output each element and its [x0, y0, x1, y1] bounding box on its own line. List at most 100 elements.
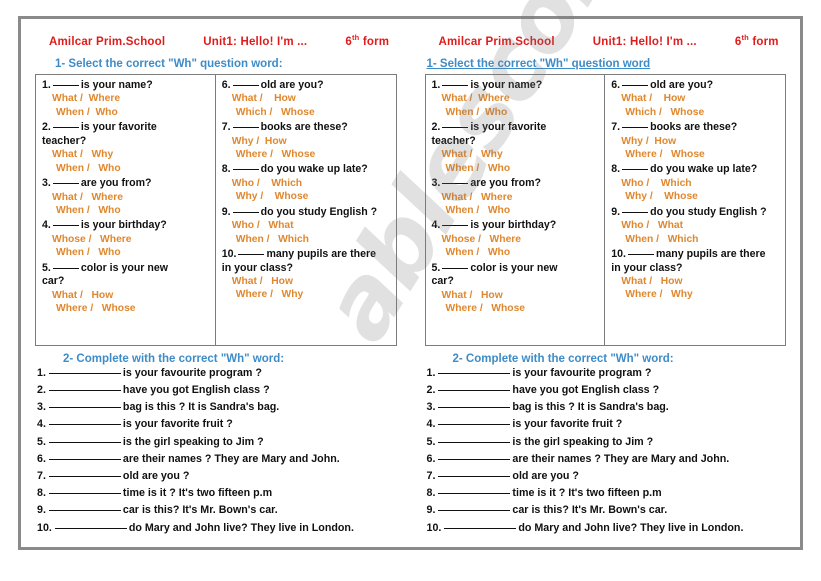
answer-blank[interactable]	[438, 372, 511, 374]
answer-blank[interactable]	[438, 510, 511, 512]
answer-blank[interactable]	[442, 225, 469, 227]
option-row-2[interactable]: Where / Why	[222, 288, 391, 301]
answer-blank[interactable]	[48, 372, 121, 374]
option-row-1[interactable]: What / Why	[432, 148, 600, 161]
answer-blank[interactable]	[48, 493, 121, 495]
option-row-1[interactable]: What / Where	[432, 191, 600, 204]
item-number: 3.	[426, 401, 436, 414]
answer-blank[interactable]	[48, 458, 121, 460]
option-row-2[interactable]: Where / Whose	[611, 148, 780, 161]
option-row-2[interactable]: Where / Why	[611, 288, 780, 301]
answer-blank[interactable]	[438, 407, 511, 409]
answer-blank[interactable]	[438, 424, 511, 426]
option-row-1[interactable]: Whose / Where	[42, 233, 210, 246]
item-number: 5.	[37, 435, 46, 448]
answer-blank[interactable]	[48, 390, 121, 392]
answer-blank[interactable]	[48, 407, 121, 409]
option-row-2[interactable]: When / Which	[222, 233, 391, 246]
answer-blank[interactable]	[622, 211, 649, 213]
option-row-2[interactable]: When / Who	[432, 204, 600, 217]
option-row-1[interactable]: Who / Which	[611, 177, 780, 190]
option-row-2[interactable]: Where / Whose	[42, 302, 210, 315]
answer-blank[interactable]	[438, 441, 511, 443]
option-row-1[interactable]: What / Where	[42, 92, 210, 105]
option-row-2[interactable]: Why / Whose	[222, 190, 391, 203]
option-row-1[interactable]: Whose / Where	[432, 233, 600, 246]
option-row-2[interactable]: When / Who	[42, 106, 210, 119]
exercise-1-box-right: 1. is your name? What / Where When / Who …	[424, 73, 786, 346]
answer-blank[interactable]	[442, 182, 469, 184]
question-item: 4. is your birthday? Whose / Where When /…	[432, 219, 600, 259]
fill-blank-row: 2. have you got English class ?	[37, 385, 397, 396]
answer-blank[interactable]	[438, 390, 511, 392]
answer-blank[interactable]	[48, 424, 121, 426]
fill-blank-row: 4. is your favorite fruit ?	[37, 419, 397, 430]
answer-blank[interactable]	[232, 169, 259, 171]
answer-blank[interactable]	[622, 84, 649, 86]
answer-blank[interactable]	[52, 182, 79, 184]
answer-blank[interactable]	[442, 267, 469, 269]
answer-blank[interactable]	[238, 254, 265, 256]
answer-blank[interactable]	[627, 254, 654, 256]
worksheet-header-left: Amilcar Prim.School Unit1: Hello! I'm ..…	[29, 27, 403, 48]
answer-blank[interactable]	[48, 476, 121, 478]
option-row-1[interactable]: Who / What	[222, 219, 391, 232]
answer-blank[interactable]	[442, 127, 469, 129]
answer-blank[interactable]	[48, 441, 121, 443]
option-row-2[interactable]: When / Who	[432, 106, 600, 119]
question-text: is your name?	[80, 78, 153, 91]
answer-blank[interactable]	[232, 84, 259, 86]
answer-blank[interactable]	[622, 169, 649, 171]
question-item: 7. books are these? Why / How Where / Who…	[222, 121, 391, 161]
option-row-2[interactable]: Where / Whose	[432, 302, 600, 315]
option-row-2[interactable]: When / Who	[42, 204, 210, 217]
answer-blank[interactable]	[54, 527, 127, 529]
answer-blank[interactable]	[438, 476, 511, 478]
option-row-2[interactable]: Where / Whose	[222, 148, 391, 161]
option-row-1[interactable]: What / Why	[42, 148, 210, 161]
option-row-1[interactable]: Why / How	[611, 135, 780, 148]
option-row-1[interactable]: What / How	[222, 275, 391, 288]
option-row-1[interactable]: Who / What	[611, 219, 780, 232]
school-name: Amilcar Prim.School	[438, 35, 555, 48]
option-row-2[interactable]: When / Who	[432, 162, 600, 175]
answer-blank[interactable]	[622, 127, 649, 129]
item-number: 4.	[426, 418, 436, 431]
option-row-1[interactable]: What / How	[42, 289, 210, 302]
form-ordinal-suffix: th	[741, 33, 749, 42]
answer-blank[interactable]	[52, 84, 79, 86]
item-number: 10.	[37, 521, 52, 534]
answer-blank[interactable]	[444, 527, 517, 529]
option-row-1[interactable]: What / How	[222, 92, 391, 105]
option-row-1[interactable]: What / How	[611, 275, 780, 288]
option-row-2[interactable]: When / Who	[432, 246, 600, 259]
option-row-2[interactable]: Which / Whose	[611, 106, 780, 119]
option-row-1[interactable]: Why / How	[222, 135, 391, 148]
exercise-1-box-left: 1. is your name? What / Where When / Who …	[35, 73, 397, 346]
option-row-2[interactable]: When / Who	[42, 162, 210, 175]
option-row-2[interactable]: Why / Whose	[611, 190, 780, 203]
option-row-1[interactable]: Who / Which	[222, 177, 391, 190]
question-prompt: 2. is your favorite teacher?	[42, 121, 210, 148]
answer-blank[interactable]	[232, 127, 259, 129]
option-row-2[interactable]: Which / Whose	[222, 106, 391, 119]
fill-blank-row: 5. is the girl speaking to Jim ?	[426, 435, 787, 448]
option-row-2[interactable]: When / Who	[42, 246, 210, 259]
answer-blank[interactable]	[52, 127, 79, 129]
option-row-1[interactable]: What / Where	[42, 191, 210, 204]
item-number: 5.	[426, 435, 436, 448]
answer-blank[interactable]	[232, 211, 259, 213]
answer-blank[interactable]	[52, 225, 79, 227]
answer-blank[interactable]	[52, 267, 79, 269]
form-ordinal-suffix: th	[351, 33, 360, 42]
option-row-1[interactable]: What / How	[611, 92, 780, 105]
option-row-1[interactable]: What / How	[432, 289, 600, 302]
option-row-2[interactable]: When / Which	[611, 233, 780, 246]
question-prompt: 8. do you wake up late?	[222, 163, 391, 177]
answer-blank[interactable]	[442, 84, 469, 86]
answer-blank[interactable]	[438, 493, 511, 495]
answer-blank[interactable]	[48, 510, 121, 512]
answer-blank[interactable]	[438, 458, 511, 460]
option-row-1[interactable]: What / Where	[432, 92, 600, 105]
item-number: 9.	[426, 504, 436, 517]
